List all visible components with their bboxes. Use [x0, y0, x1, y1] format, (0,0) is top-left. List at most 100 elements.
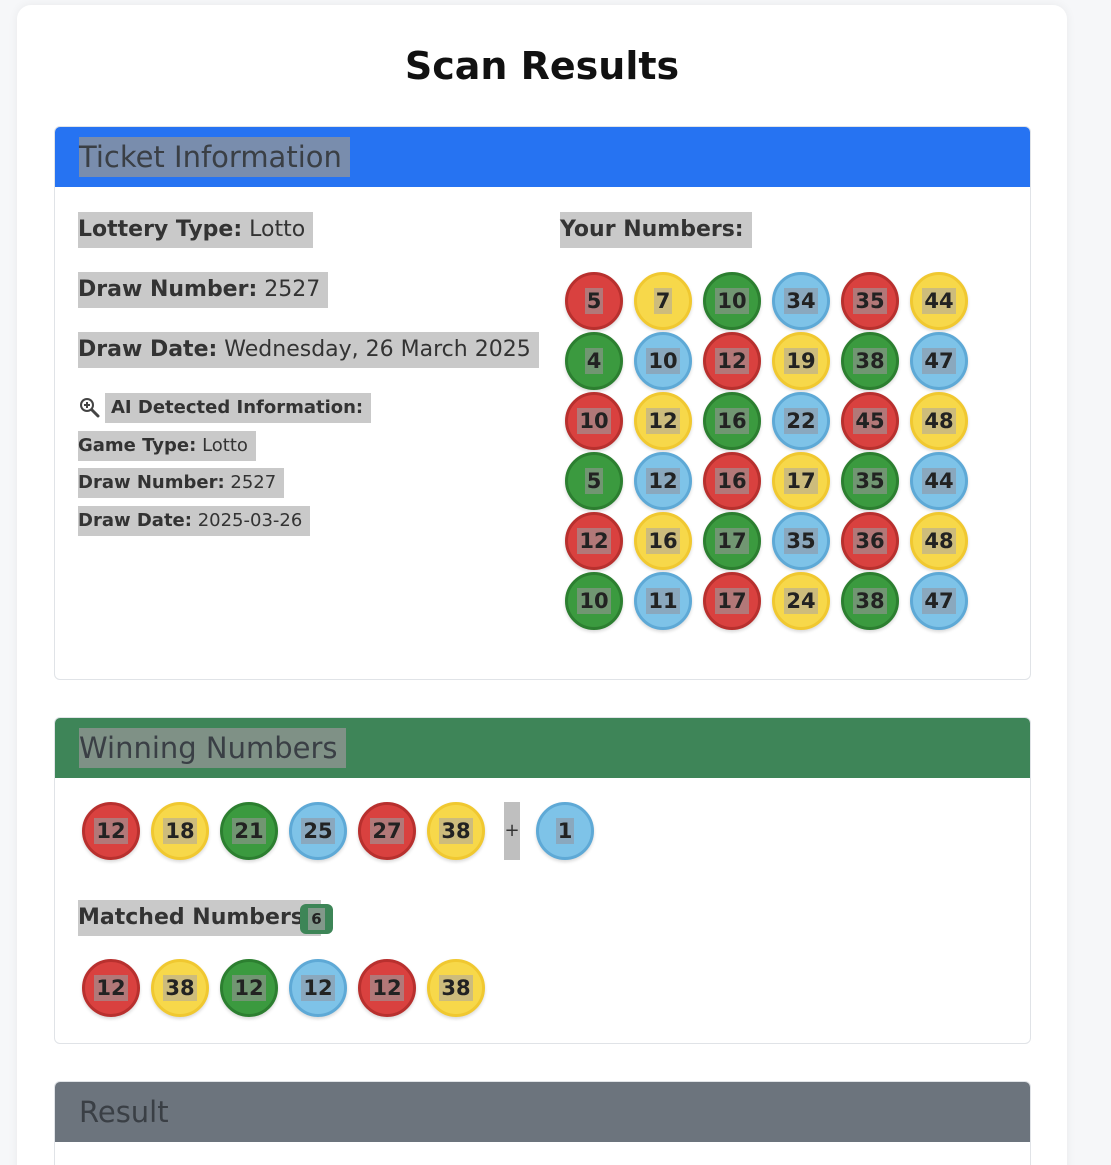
ticket-ball: 12 — [565, 512, 623, 570]
ai-game-type-value: Lotto — [202, 435, 248, 456]
ball-number: 11 — [646, 588, 680, 614]
ticket-ball: 19 — [772, 332, 830, 390]
ball-number: 35 — [853, 288, 887, 314]
ball-number: 35 — [853, 468, 887, 494]
ticket-ball: 35 — [841, 272, 899, 330]
ball-number: 47 — [922, 348, 956, 374]
magnifier-plus-icon — [80, 398, 100, 418]
ticket-info-header: Ticket Information — [55, 127, 1030, 187]
ticket-ball: 11 — [634, 572, 692, 630]
ticket-ball: 48 — [910, 392, 968, 450]
ball-number: 38 — [853, 588, 887, 614]
ticket-ball: 44 — [910, 452, 968, 510]
ball-number: 16 — [646, 528, 680, 554]
result-header: Result — [55, 1082, 1030, 1142]
ticket-ball: 17 — [772, 452, 830, 510]
ball-number: 10 — [577, 588, 611, 614]
ticket-ball: 4 — [565, 332, 623, 390]
ai-draw-date-label: Draw Date: — [78, 510, 192, 531]
winning-ball: 38 — [427, 802, 485, 860]
ball-number: 19 — [784, 348, 818, 374]
ball-number: 25 — [301, 818, 335, 844]
result-title: Result — [79, 1095, 169, 1129]
matched-numbers-label: Matched Numbers: — [78, 905, 313, 930]
ticket-ball: 16 — [703, 452, 761, 510]
lottery-type-label: Lottery Type: — [78, 217, 243, 242]
ball-number: 24 — [784, 588, 818, 614]
ticket-ball: 47 — [910, 332, 968, 390]
ball-number: 17 — [715, 588, 749, 614]
ball-number: 22 — [784, 408, 818, 434]
ball-number: 12 — [94, 975, 128, 1001]
ticket-ball: 10 — [565, 572, 623, 630]
ticket-ball: 45 — [841, 392, 899, 450]
draw-number-line: Draw Number: 2527 — [78, 272, 329, 308]
matched-ball: 12 — [289, 959, 347, 1017]
page-title: Scan Results — [404, 44, 680, 88]
ball-number: 12 — [646, 408, 680, 434]
draw-date-value: Wednesday, 26 March 2025 — [224, 337, 531, 362]
ball-number: 21 — [232, 818, 266, 844]
winning-ball: 21 — [220, 802, 278, 860]
ball-number: 12 — [715, 348, 749, 374]
ticket-ball: 10 — [565, 392, 623, 450]
lottery-type-value: Lotto — [249, 217, 306, 242]
ticket-ball: 38 — [841, 572, 899, 630]
winning-numbers-header: Winning Numbers — [55, 718, 1030, 778]
winning-ball: 18 — [151, 802, 209, 860]
ticket-ball: 22 — [772, 392, 830, 450]
ball-number: 38 — [163, 975, 197, 1001]
ball-number: 38 — [439, 975, 473, 1001]
your-numbers-label: Your Numbers: — [560, 217, 744, 242]
ticket-ball: 12 — [634, 452, 692, 510]
ball-number: 12 — [301, 975, 335, 1001]
ball-number: 5 — [584, 288, 604, 314]
ticket-ball: 17 — [703, 512, 761, 570]
ai-game-type-label: Game Type: — [78, 435, 197, 456]
bonus-ball: 1 — [536, 802, 594, 860]
ticket-ball: 34 — [772, 272, 830, 330]
ball-number: 12 — [232, 975, 266, 1001]
ball-number: 4 — [584, 348, 604, 374]
ball-number: 27 — [370, 818, 404, 844]
ball-number: 48 — [922, 528, 956, 554]
ticket-ball: 35 — [772, 512, 830, 570]
ball-number: 38 — [853, 348, 887, 374]
ticket-ball: 5 — [565, 272, 623, 330]
ball-number: 34 — [784, 288, 818, 314]
ticket-ball: 5 — [565, 452, 623, 510]
bonus-separator: + — [504, 802, 520, 860]
ai-game-type-line: Game Type: Lotto — [78, 431, 256, 461]
ball-number: 44 — [922, 288, 956, 314]
winning-ball: 25 — [289, 802, 347, 860]
matched-count: 6 — [308, 908, 325, 930]
matched-ball: 38 — [427, 959, 485, 1017]
lottery-type-line: Lottery Type: Lotto — [78, 212, 314, 248]
ticket-ball: 10 — [634, 332, 692, 390]
ticket-ball: 12 — [634, 392, 692, 450]
ball-number: 12 — [94, 818, 128, 844]
draw-number-value: 2527 — [264, 277, 321, 302]
ball-number: 36 — [853, 528, 887, 554]
matched-count-badge: 6 — [300, 904, 333, 934]
ticket-ball: 12 — [703, 332, 761, 390]
ai-draw-date-line: Draw Date: 2025-03-26 — [78, 506, 311, 536]
ball-number: 38 — [439, 818, 473, 844]
ticket-ball: 36 — [841, 512, 899, 570]
result-card: Result — [54, 1081, 1031, 1165]
ball-number: 10 — [646, 348, 680, 374]
your-numbers-heading: Your Numbers: — [560, 212, 752, 248]
ball-number: 5 — [584, 468, 604, 494]
ticket-info-title: Ticket Information — [79, 137, 350, 177]
ticket-ball: 24 — [772, 572, 830, 630]
ball-number: 17 — [715, 528, 749, 554]
ai-detected-heading: AI Detected Information: — [105, 393, 372, 423]
ball-number: 47 — [922, 588, 956, 614]
ticket-ball: 35 — [841, 452, 899, 510]
ai-draw-number-value: 2527 — [230, 472, 277, 493]
ball-number: 16 — [715, 408, 749, 434]
ball-number: 35 — [784, 528, 818, 554]
matched-numbers-heading: Matched Numbers: — [78, 900, 321, 936]
ticket-ball: 47 — [910, 572, 968, 630]
ball-number: 10 — [577, 408, 611, 434]
